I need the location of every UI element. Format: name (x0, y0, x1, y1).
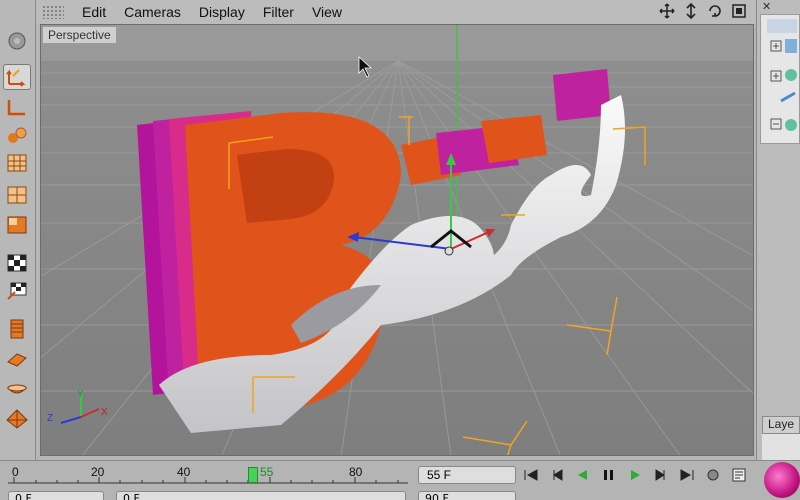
previous-key-icon[interactable] (546, 465, 568, 485)
min-frame-field[interactable]: 0 F (8, 491, 104, 500)
frame-icon[interactable] (3, 182, 31, 208)
object-row[interactable] (767, 19, 797, 33)
move-icon[interactable] (3, 64, 31, 90)
axis-z-label: Z (47, 413, 53, 424)
playhead[interactable] (248, 467, 258, 483)
go-to-start-icon[interactable] (520, 465, 542, 485)
preview-range-slider[interactable]: 0 F (116, 491, 406, 500)
next-key-icon[interactable] (650, 465, 672, 485)
maximize-icon[interactable] (730, 2, 748, 20)
grid-icon[interactable] (3, 150, 31, 176)
tick-40: 40 (177, 465, 191, 479)
viewport-nav-icons (658, 2, 748, 20)
current-frame-field[interactable]: 55 F (418, 466, 516, 484)
pause-icon[interactable] (598, 465, 620, 485)
film-icon[interactable] (3, 316, 31, 342)
rotate-icon[interactable] (3, 122, 31, 148)
previous-frame-icon[interactable] (572, 465, 594, 485)
viewport-scene: Y Z X (41, 25, 753, 455)
menu-display[interactable]: Display (199, 4, 245, 20)
left-toolbar (0, 0, 36, 460)
perspective-viewport[interactable]: Y Z X Perspective (40, 24, 754, 456)
pan-icon[interactable] (658, 2, 676, 20)
orbit-icon[interactable] (706, 2, 724, 20)
transport-controls (520, 465, 750, 485)
menu-view[interactable]: View (312, 4, 342, 20)
menu-grip-icon[interactable] (42, 5, 64, 19)
axis-y-label: Y (77, 389, 84, 400)
cinema4d-window: Edit Cameras Display Filter View Y Z X P… (0, 0, 800, 500)
material-icon[interactable] (3, 376, 31, 402)
timeline-bar: 0 20 40 55 80 55 F 0 F 0 F 90 F (0, 460, 800, 500)
layer-panel (762, 434, 800, 460)
tick-0: 0 (12, 465, 19, 479)
checker-icon[interactable] (3, 250, 31, 276)
viewport-label: Perspective (42, 26, 117, 44)
deform-icon[interactable] (3, 346, 31, 372)
tick-80: 80 (349, 465, 363, 479)
layout-icon[interactable] (3, 212, 31, 238)
dolly-icon[interactable] (682, 2, 700, 20)
material-preview-icon[interactable] (764, 462, 800, 498)
tick-20: 20 (91, 465, 105, 479)
layer-tab[interactable]: Laye (762, 416, 800, 434)
object-icon (785, 39, 797, 53)
undo-icon[interactable] (3, 28, 31, 54)
object-manager-list[interactable] (760, 14, 800, 144)
timeline-menu-icon[interactable] (728, 465, 750, 485)
end-frame-field[interactable]: 90 F (418, 491, 516, 500)
timeline-ruler[interactable]: 0 20 40 55 80 (8, 465, 408, 485)
render-region-icon[interactable] (3, 278, 31, 304)
scale-icon[interactable] (3, 94, 31, 120)
nurbs-icon[interactable] (3, 406, 31, 432)
menu-edit[interactable]: Edit (82, 4, 106, 20)
play-icon[interactable] (624, 465, 646, 485)
menu-bar: Edit Cameras Display Filter View (36, 0, 756, 24)
close-icon[interactable]: ✕ (762, 0, 776, 13)
axis-x-label: X (101, 407, 108, 418)
go-to-end-icon[interactable] (676, 465, 698, 485)
record-settings-icon[interactable] (702, 465, 724, 485)
menu-filter[interactable]: Filter (263, 4, 294, 20)
menu-cameras[interactable]: Cameras (124, 4, 181, 20)
current-frame-marker: 55 (260, 465, 274, 479)
